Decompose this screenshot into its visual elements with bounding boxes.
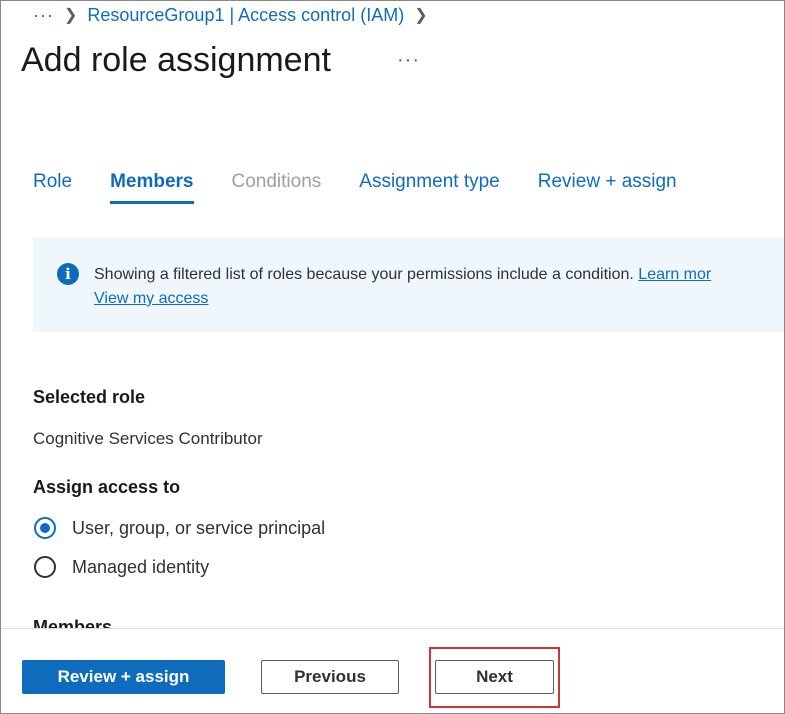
selected-role-value: Cognitive Services Contributor [33,429,263,448]
review-assign-button[interactable]: Review + assign [22,660,225,694]
tab-assignment-type[interactable]: Assignment type [359,171,499,204]
learn-more-link[interactable]: Learn mor [638,266,711,283]
tab-conditions: Conditions [231,171,322,192]
tab-review-assign[interactable]: Review + assign [538,171,677,204]
breadcrumb-item-resourcegroup[interactable]: ResourceGroup1 | Access control (IAM) [87,5,404,26]
chevron-right-icon: ❯ [63,7,78,24]
radio-unchecked-icon[interactable] [34,556,56,578]
next-button[interactable]: Next [435,660,554,694]
info-banner: i Showing a filtered list of roles becau… [33,237,784,332]
radio-checked-icon[interactable] [34,517,56,539]
radio-option-user-group[interactable]: User, group, or service principal [34,517,325,539]
tab-members[interactable]: Members [110,171,194,204]
footer-action-bar: Review + assign Previous Next [1,628,784,713]
page-title: Add role assignment [21,41,331,79]
more-options-icon[interactable]: ··· [397,49,420,72]
previous-button[interactable]: Previous [261,660,399,694]
info-icon: i [57,263,79,285]
breadcrumb: ··· ❯ ResourceGroup1 | Access control (I… [33,3,438,27]
radio-option-label: Managed identity [72,556,210,577]
info-message: Showing a filtered list of roles because… [94,266,634,283]
radio-option-managed-identity[interactable]: Managed identity [34,556,209,578]
wizard-tabs: Role Members Conditions Assignment type … [33,171,715,204]
info-banner-text: Showing a filtered list of roles because… [94,263,711,311]
radio-option-label: User, group, or service principal [72,517,326,538]
selected-role-label: Selected role [33,387,146,407]
blade: ··· ❯ ResourceGroup1 | Access control (I… [0,0,785,714]
tab-role[interactable]: Role [33,171,72,204]
breadcrumb-ellipsis[interactable]: ··· [33,5,54,26]
view-my-access-link[interactable]: View my access [94,290,208,307]
assign-access-label: Assign access to [33,477,181,497]
chevron-right-icon: ❯ [414,7,428,24]
